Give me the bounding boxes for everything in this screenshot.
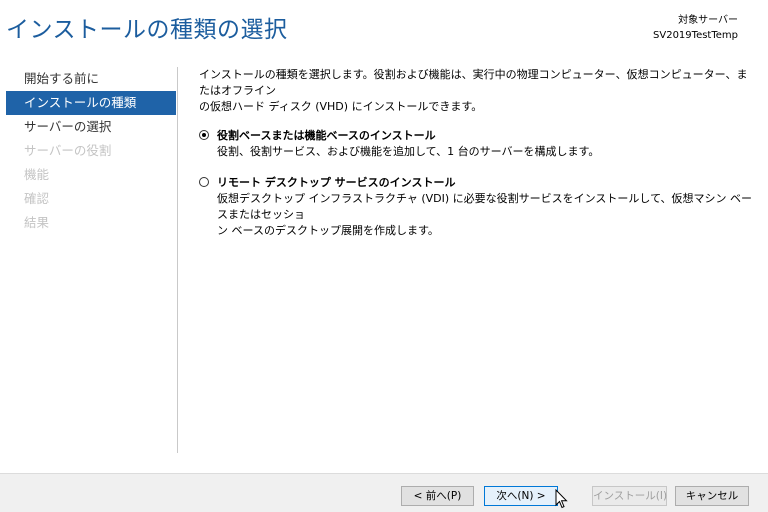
nav-item-results: 結果 <box>24 215 50 230</box>
option-title: リモート デスクトップ サービスのインストール <box>217 176 456 189</box>
nav-item-server-selection[interactable]: サーバーの選択 <box>6 115 176 139</box>
nav-item-features: 機能 <box>24 167 50 182</box>
page-title: インストールの種類の選択 <box>6 17 288 43</box>
wizard-steps-nav: 開始する前に インストールの種類 サーバーの選択 サーバーの役割 機能 確認 結… <box>6 67 176 235</box>
nav-item-server-roles: サーバーの役割 <box>24 143 112 158</box>
nav-item-before-you-begin[interactable]: 開始する前に <box>6 67 176 91</box>
intro-text: インストールの種類を選択します。役割および機能は、実行中の物理コンピューター、仮… <box>199 67 755 115</box>
main-content: インストールの種類を選択します。役割および機能は、実行中の物理コンピューター、仮… <box>199 67 755 239</box>
mouse-cursor-icon <box>555 489 568 509</box>
role-based-radio[interactable] <box>199 130 209 140</box>
next-button[interactable]: 次へ(N) > <box>484 486 558 506</box>
option-description-line-1: 仮想デスクトップ インフラストラクチャ (VDI) に必要な役割サービスをインス… <box>217 192 753 221</box>
nav-divider <box>177 67 178 453</box>
remote-desktop-radio[interactable] <box>199 177 209 187</box>
destination-server-name: SV2019TestTemp <box>653 30 738 41</box>
install-button: インストール(I) <box>592 486 667 506</box>
previous-button[interactable]: < 前へ(P) <box>401 486 474 506</box>
option-remote-desktop-install[interactable]: リモート デスクトップ サービスのインストール 仮想デスクトップ インフラストラ… <box>199 175 755 239</box>
option-title: 役割ベースまたは機能ベースのインストール <box>217 129 436 142</box>
cancel-button[interactable]: キャンセル <box>675 486 749 506</box>
nav-item-confirmation: 確認 <box>24 191 50 206</box>
intro-line-1: インストールの種類を選択します。役割および機能は、実行中の物理コンピューター、仮… <box>199 68 748 97</box>
nav-item-installation-type[interactable]: インストールの種類 <box>6 91 176 115</box>
button-bar: < 前へ(P) 次へ(N) > インストール(I) キャンセル <box>0 473 768 512</box>
option-role-based-install[interactable]: 役割ベースまたは機能ベースのインストール 役割、役割サービス、および機能を追加し… <box>199 128 755 160</box>
option-description: 仮想デスクトップ インフラストラクチャ (VDI) に必要な役割サービスをインス… <box>217 191 755 239</box>
destination-server-info: 対象サーバー SV2019TestTemp <box>653 13 738 43</box>
intro-line-2: の仮想ハード ディスク (VHD) にインストールできます。 <box>199 100 483 113</box>
destination-label: 対象サーバー <box>678 15 738 26</box>
option-description: 役割、役割サービス、および機能を追加して、1 台のサーバーを構成します。 <box>217 145 600 158</box>
option-description-line-2: ン ベースのデスクトップ展開を作成します。 <box>217 224 439 237</box>
